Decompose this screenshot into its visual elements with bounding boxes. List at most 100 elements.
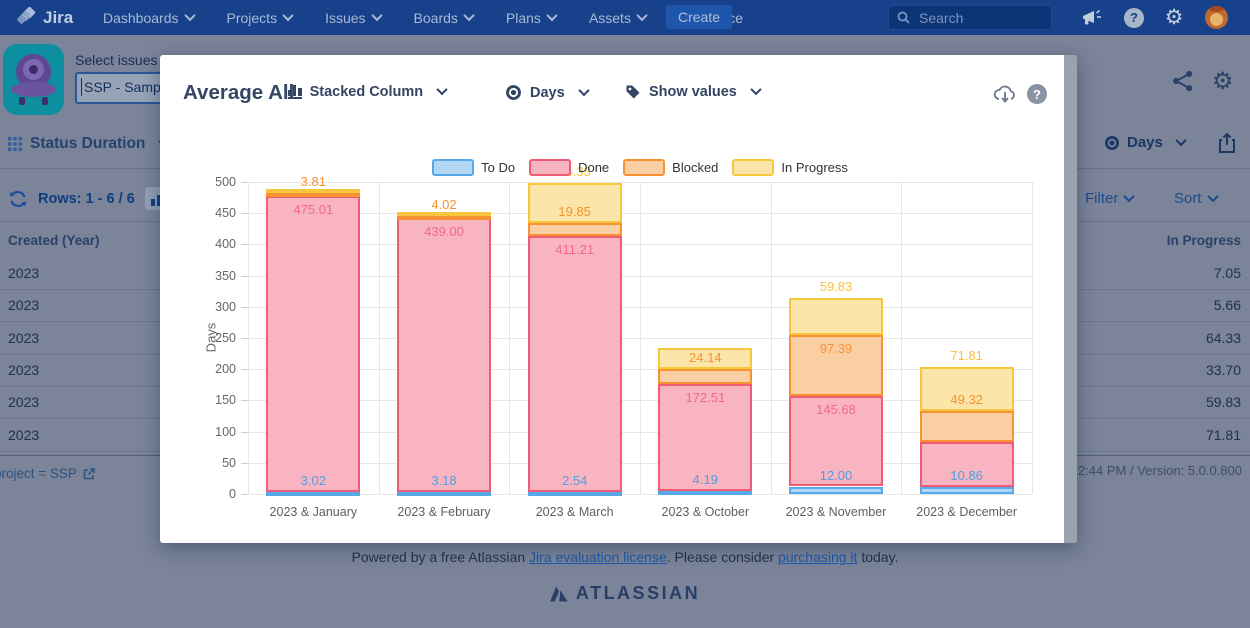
bar-segment-to-do[interactable] [920,487,1014,494]
search-box[interactable] [888,5,1052,30]
x-gridline [771,182,772,494]
jira-logo-icon [16,7,37,28]
license-link[interactable]: Jira evaluation license [529,549,667,565]
x-gridline [640,182,641,494]
legend-label: Done [578,160,609,175]
legend-item-done[interactable]: Done [529,159,609,176]
y-tick-mark [241,494,248,495]
data-label-done: 145.68 [789,402,883,417]
bar-segment-to-do[interactable] [658,491,752,495]
data-label-done: 411.21 [528,242,622,257]
data-label-to-do: 10.86 [920,468,1014,483]
bar-segment-blocked[interactable] [658,369,752,384]
status-time-app-icon [3,44,64,115]
filter-dropdown[interactable]: Filter [1085,190,1133,207]
data-label-blocked: 97.39 [789,341,883,356]
x-axis-label: 2023 & December [901,505,1032,519]
view-title: Status Duration [30,135,145,153]
y-tick-label: 300 [200,300,236,314]
bar-segment-blocked[interactable] [528,223,622,235]
purchase-link[interactable]: purchasing it [778,549,857,565]
unit-dropdown[interactable]: Days [1104,134,1185,151]
cell-in-progress: 5.66 [1214,297,1241,313]
data-label-in-progress: 71.81 [920,348,1014,363]
share-button[interactable] [1172,70,1194,97]
jira-logo[interactable]: Jira [16,0,73,35]
legend-swatch [529,159,571,176]
x-axis-label: 2023 & November [771,505,902,519]
bar-segment-done[interactable] [397,218,491,492]
legend-item-blocked[interactable]: Blocked [623,159,718,176]
bar-segment-done[interactable] [528,236,622,493]
data-label-to-do: 4.19 [658,472,752,487]
data-label-blocked: 49.32 [920,392,1014,407]
jql-link[interactable]: project = SSP [0,466,95,481]
bar-segment-in-progress[interactable] [397,212,491,216]
bar-segment-to-do[interactable] [528,492,622,496]
nav-item-assets[interactable]: Assets [589,10,646,26]
gear-icon: ⚙ [1165,8,1184,28]
y-tick-mark [241,400,248,401]
chevron-down-icon [463,9,474,20]
y-gridline [248,494,1032,495]
cell-created-year: 2023 [8,394,39,410]
rows-count-label: Rows: 1 - 6 / 6 [38,191,135,207]
jql-link-text: project = SSP [0,466,77,481]
bar-segment-to-do[interactable] [266,492,360,496]
external-link-icon [83,468,95,480]
bar-segment-to-do[interactable] [397,492,491,496]
announcements-icon[interactable] [1078,0,1106,35]
data-label-in-progress: 59.83 [789,279,883,294]
page-settings-button[interactable]: ⚙ [1212,67,1234,96]
nav-item-label: Projects [227,10,278,26]
footer-text: today. [857,549,898,565]
chart-modal: Average All Stacked Column Days Show val… [160,55,1077,543]
nav-item-plans[interactable]: Plans [506,10,556,26]
legend-swatch [732,159,774,176]
x-gridline [248,182,249,494]
nav-item-boards[interactable]: Boards [414,10,473,26]
bar-segment-in-progress[interactable] [789,298,883,335]
y-axis-title: Days [203,323,218,353]
user-avatar[interactable] [1202,0,1230,35]
bar-segment-to-do[interactable] [789,487,883,494]
avatar-icon [1205,6,1228,29]
bar-segment-done[interactable] [266,196,360,492]
nav-help-button[interactable]: ? [1120,0,1148,35]
search-input[interactable] [917,9,1031,27]
bar-segment-blocked[interactable] [397,216,491,220]
table-header-in-progress: In Progress [1167,233,1241,248]
bar-segment-blocked[interactable] [920,411,1014,442]
nav-settings-button[interactable]: ⚙ [1160,0,1188,35]
nav-item-dashboards[interactable]: Dashboards [103,10,194,26]
y-tick-label: 50 [200,456,236,470]
chevron-down-icon [546,9,557,20]
sort-dropdown[interactable]: Sort [1174,190,1217,207]
y-tick-mark [241,276,248,277]
bar-segment-blocked[interactable] [266,193,360,197]
y-tick-label: 500 [200,175,236,189]
footer-text: . Please consider [667,549,778,565]
unit-label: Days [1127,134,1163,151]
data-label-to-do: 3.02 [266,473,360,488]
nav-item-issues[interactable]: Issues [325,10,380,26]
chevron-down-icon [371,9,382,20]
atlassian-wordmark: ATLASSIAN [576,583,700,604]
export-icon [1217,132,1237,154]
legend-label: To Do [481,160,515,175]
bar-segment-in-progress[interactable] [266,189,360,193]
data-label-done: 475.01 [266,202,360,217]
nav-item-projects[interactable]: Projects [227,10,293,26]
view-selector[interactable]: Status Duration [8,135,168,153]
export-button[interactable] [1217,132,1237,159]
legend-item-in-progress[interactable]: In Progress [732,159,847,176]
legend-item-to-do[interactable]: To Do [432,159,515,176]
refresh-icon[interactable] [8,189,28,209]
create-button[interactable]: Create [666,5,732,29]
sort-label: Sort [1174,190,1202,207]
modal-scrollbar[interactable] [1064,55,1077,543]
cell-created-year: 2023 [8,330,39,346]
cell-created-year: 2023 [8,362,39,378]
data-label-to-do: 12.00 [789,468,883,483]
bar-chart-icon [151,199,154,206]
